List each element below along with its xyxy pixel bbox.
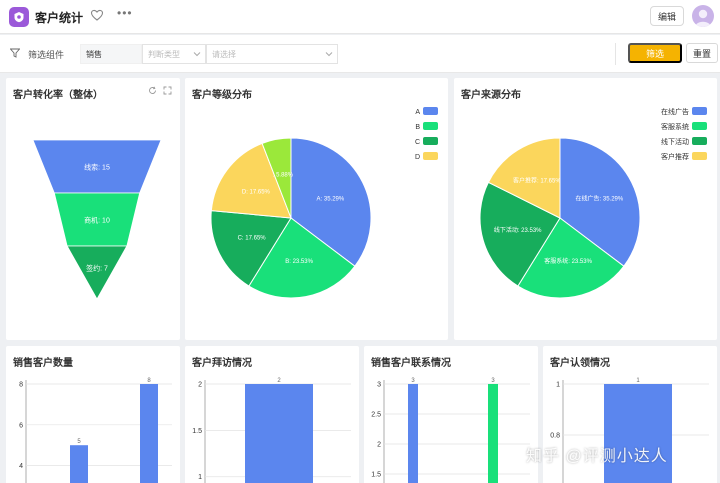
source-card: 客户来源分布 在线广告: 35.29%客服系统: 23.53%线下活动: 23.… xyxy=(454,78,717,340)
bar xyxy=(70,445,88,483)
legend-label: 线下活动 xyxy=(661,137,689,146)
funnel-chart: 线索: 15 商机: 10 签约: 7 xyxy=(6,78,180,340)
y-tick-label: 8 xyxy=(19,382,23,389)
page-title: 客户统计 xyxy=(35,9,83,26)
bar-value-label: 3 xyxy=(491,378,495,384)
filter-icon xyxy=(10,48,20,58)
legend-swatch xyxy=(692,122,707,130)
y-tick-label: 1 xyxy=(556,382,560,389)
y-tick-label: 1.5 xyxy=(192,428,202,435)
legend-swatch xyxy=(423,152,438,160)
pie-slice-label: 客户推荐: 17.65% xyxy=(513,177,561,185)
visits-card: 客户拜访情况 11.522 xyxy=(185,346,359,483)
app-logo-icon[interactable] xyxy=(9,7,29,27)
sales-count-card: 销售客户数量 46858 xyxy=(6,346,180,483)
y-tick-label: 3 xyxy=(377,382,381,389)
bar-value-label: 2 xyxy=(277,378,281,384)
pie-slice-label: B: 23.53% xyxy=(285,259,313,265)
y-tick-label: 2 xyxy=(377,442,381,449)
pie-slice-label: 在线广告: 35.29% xyxy=(576,194,624,202)
bar xyxy=(408,384,418,483)
y-tick-label: 1 xyxy=(198,474,202,481)
funnel-stage xyxy=(67,246,127,299)
y-tick-label: 4 xyxy=(19,463,23,470)
legend-swatch xyxy=(692,137,707,145)
bar-value-label: 1 xyxy=(636,378,640,384)
filter-button[interactable]: 筛选 xyxy=(628,43,682,63)
pie-slice-label: A: 35.29% xyxy=(317,196,345,202)
avatar[interactable] xyxy=(692,5,714,27)
visits-bar-chart: 1 1.5 2 2 xyxy=(185,346,359,483)
legend-swatch xyxy=(692,152,707,160)
funnel-stage-label: 线索: 15 xyxy=(84,163,110,172)
level-card: 客户等级分布 A: 35.29%B: 23.53%C: 17.65%D: 17.… xyxy=(185,78,448,340)
funnel-stage-label: 商机: 10 xyxy=(84,216,110,225)
bar xyxy=(245,384,313,483)
funnel-card: 客户转化率（整体） 线索: 15商机: 10签约: 7 xyxy=(6,78,180,340)
pie-slice-label: : 5.88% xyxy=(273,173,294,179)
funnel-stage-label: 签约: 7 xyxy=(86,264,108,273)
star-icon[interactable] xyxy=(90,8,104,22)
edit-button[interactable]: 编辑 xyxy=(650,6,684,26)
pie-slice-label: C: 17.65% xyxy=(238,236,267,242)
bar xyxy=(488,384,498,483)
y-tick-label: 0.8 xyxy=(550,433,560,440)
legend-swatch xyxy=(423,122,438,130)
bar xyxy=(604,384,672,483)
bar-value-label: 3 xyxy=(411,378,415,384)
top-bar: 客户统计 ••• 编辑 xyxy=(0,0,720,34)
pie-slice-label: 客服系统: 23.53% xyxy=(544,257,592,265)
legend-label: 客服系统 xyxy=(661,122,689,131)
value-select[interactable]: 请选择 xyxy=(206,44,338,64)
y-tick-label: 6 xyxy=(19,422,23,429)
value-select-placeholder: 请选择 xyxy=(212,49,236,60)
sales-select[interactable]: 销售 xyxy=(80,44,142,64)
legend-label: 在线广告 xyxy=(661,107,689,116)
more-icon[interactable]: ••• xyxy=(117,6,133,20)
legend-label: A xyxy=(415,109,420,116)
pie-slice-label: D: 17.65% xyxy=(242,189,271,195)
y-tick-label: 2 xyxy=(198,382,202,389)
y-tick-label: 1.5 xyxy=(371,472,381,479)
filter-bar: 筛选组件 销售 判断类型 请选择 筛选 重置 xyxy=(0,35,720,73)
bar-value-label: 8 xyxy=(147,378,151,384)
chevron-down-icon xyxy=(193,50,201,58)
sales-count-bar-chart: 4 6 8 5 8 xyxy=(6,346,180,483)
filter-label: 筛选组件 xyxy=(28,48,64,61)
watermark: 知乎 @评测小达人 xyxy=(526,442,668,466)
source-pie-chart: 在线广告: 35.29% 客服系统: 23.53% 线下活动: 23.53% 客户推荐… xyxy=(454,78,717,340)
bar xyxy=(140,384,158,483)
divider xyxy=(615,43,616,65)
legend-swatch xyxy=(423,107,438,115)
pie-slice-label: 线下活动: 23.53% xyxy=(494,226,542,234)
chevron-down-icon xyxy=(325,50,333,58)
legend-swatch xyxy=(692,107,707,115)
legend-label: 客户推荐 xyxy=(661,152,689,161)
legend-label: D xyxy=(415,154,420,161)
legend-label: B xyxy=(415,124,420,131)
judge-type-select[interactable]: 判断类型 xyxy=(142,44,206,64)
y-tick-label: 2.5 xyxy=(371,412,381,419)
contact-bar-chart: 1.5 2 2.5 3 3 3 xyxy=(364,346,538,483)
bar-value-label: 5 xyxy=(77,439,81,445)
sales-select-value: 销售 xyxy=(86,49,102,60)
legend-label: C xyxy=(415,139,420,146)
contact-card: 销售客户联系情况 1.522.5333 xyxy=(364,346,538,483)
reset-button[interactable]: 重置 xyxy=(686,43,718,63)
judge-type-placeholder: 判断类型 xyxy=(148,49,180,60)
level-pie-chart: A: 35.29% B: 23.53% C: 17.65% D: 17.65% : 5.… xyxy=(185,78,448,340)
legend-swatch xyxy=(423,137,438,145)
